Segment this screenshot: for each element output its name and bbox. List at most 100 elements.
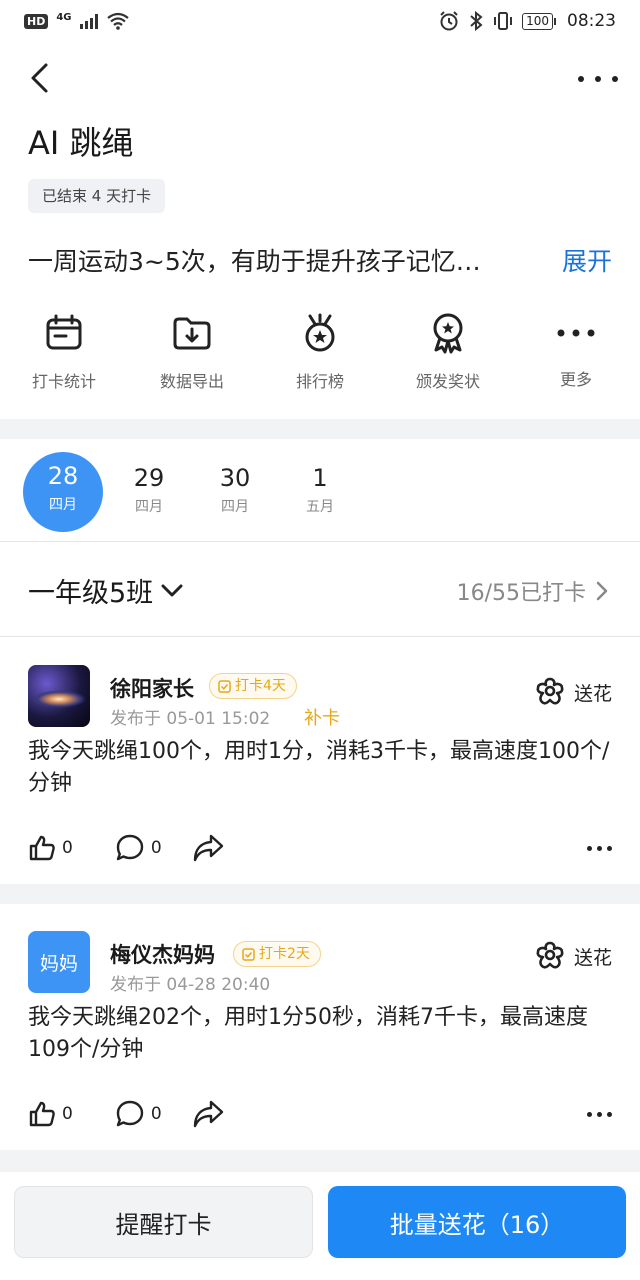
send-flower-button[interactable]: 送花 — [534, 940, 612, 972]
checkbox-icon — [242, 947, 255, 961]
streak-text: 打卡4天 — [235, 678, 286, 694]
chevron-down-icon — [161, 584, 183, 596]
like-button[interactable]: 0 — [28, 834, 73, 862]
like-count: 0 — [62, 838, 73, 858]
dot — [612, 76, 618, 82]
action-more[interactable]: 更多 — [512, 312, 640, 402]
post-body: 我今天跳绳100个，用时1分，消耗3千卡，最高速度100个/分钟 — [28, 739, 610, 796]
action-leaderboard[interactable]: 排行榜 — [256, 312, 384, 402]
share-icon — [193, 834, 223, 862]
back-icon[interactable] — [22, 60, 58, 96]
share-icon — [193, 1100, 223, 1128]
dot — [597, 845, 602, 851]
date-item-29[interactable]: 29 四月 — [111, 454, 187, 530]
date-selector: 28 四月 29 四月 30 四月 1 五月 — [0, 440, 640, 542]
date-month: 四月 — [49, 497, 77, 513]
date-month: 五月 — [306, 499, 334, 515]
dot — [595, 76, 601, 82]
more-icon — [555, 312, 597, 354]
post-body: 我今天跳绳202个，用时1分50秒，消耗7千卡，最高速度109个/分钟 — [28, 1005, 588, 1062]
dot — [607, 845, 612, 851]
action-data-export[interactable]: 数据导出 — [128, 312, 256, 402]
avatar-text: 妈妈 — [39, 952, 78, 975]
hd-badge: HD — [24, 13, 49, 29]
date-item-1[interactable]: 1 五月 — [282, 454, 358, 530]
like-button[interactable]: 0 — [28, 1100, 73, 1128]
class-name: 一年级5班 — [28, 578, 154, 609]
galaxy-avatar[interactable] — [28, 665, 90, 727]
post-more-icon[interactable] — [587, 845, 612, 851]
action-checkin-stats[interactable]: 打卡统计 — [0, 312, 128, 402]
status-bar: HD 4G 100 08:23 — [0, 0, 640, 42]
checkin-post: 徐阳家长 打卡4天 发布于 05-01 15:02 补卡 送花 我今天跳绳100… — [0, 638, 640, 884]
makeup-tag: 补卡 — [304, 708, 340, 729]
streak-badge: 打卡2天 — [233, 941, 321, 967]
page-title: AI 跳绳 — [28, 124, 134, 162]
status-tag: 已结束 4 天打卡 — [28, 179, 166, 213]
post-time: 发布于 04-28 20:40 — [110, 975, 271, 995]
comment-icon — [116, 1100, 144, 1127]
more-menu-icon[interactable] — [578, 64, 618, 94]
class-selector[interactable]: 一年级5班 — [28, 571, 183, 610]
chevron-right-icon — [596, 581, 608, 601]
date-day: 28 — [47, 462, 79, 490]
checkbox-icon — [218, 679, 231, 693]
dot — [587, 1111, 592, 1117]
remind-checkin-button[interactable]: 提醒打卡 — [14, 1186, 313, 1258]
share-button[interactable] — [192, 833, 224, 863]
dot — [587, 845, 592, 851]
post-actions: 0 0 — [28, 1096, 612, 1132]
class-filter-row: 一年级5班 16/55已打卡 — [0, 543, 640, 637]
wifi-icon — [106, 12, 129, 30]
action-award-certificate[interactable]: 颁发奖状 — [384, 312, 512, 402]
author-name[interactable]: 徐阳家长 — [110, 673, 194, 703]
post-separator — [0, 884, 640, 904]
date-item-30[interactable]: 30 四月 — [197, 454, 273, 530]
folder-download-icon — [171, 312, 213, 354]
date-day: 29 — [133, 464, 165, 492]
action-label: 更多 — [559, 370, 592, 389]
comment-count: 0 — [150, 1104, 162, 1124]
vibrate-icon — [494, 12, 513, 30]
streak-badge: 打卡4天 — [209, 673, 297, 699]
author-name[interactable]: 梅仪杰妈妈 — [110, 939, 215, 969]
dot — [578, 76, 584, 82]
award-ribbon-icon — [427, 312, 469, 354]
expand-link[interactable]: 展开 — [562, 242, 612, 278]
action-label: 数据导出 — [159, 372, 224, 391]
alarm-icon — [440, 11, 458, 31]
post-more-icon[interactable] — [587, 1111, 612, 1117]
date-item-28[interactable]: 28 四月 — [23, 452, 103, 532]
text-avatar[interactable]: 妈妈 — [28, 931, 90, 993]
activity-description: 一周运动3~5次，有助于提升孩子记忆… — [28, 247, 481, 276]
clock: 08:23 — [567, 11, 616, 31]
post-time: 发布于 05-01 15:02 — [110, 709, 271, 729]
batch-send-flower-button[interactable]: 批量送花（16） — [328, 1186, 626, 1258]
checkin-count-link[interactable]: 16/55已打卡 — [457, 575, 608, 607]
action-label: 打卡统计 — [31, 372, 96, 391]
checkin-post: 妈妈 梅仪杰妈妈 打卡2天 发布于 04-28 20:40 送花 我今天跳绳20… — [0, 904, 640, 1150]
dot — [597, 1111, 602, 1117]
send-flower-label: 送花 — [573, 946, 612, 969]
medal-icon — [299, 312, 341, 354]
network-type: 4G — [56, 11, 72, 23]
dot — [607, 1111, 612, 1117]
signal-icon — [79, 13, 98, 29]
status-right: 100 08:23 — [438, 10, 616, 32]
thumbs-up-icon — [29, 835, 55, 861]
send-flower-button[interactable]: 送花 — [534, 676, 612, 708]
comment-button[interactable]: 0 — [115, 833, 162, 863]
streak-text: 打卡2天 — [259, 946, 310, 962]
status-left: HD 4G — [24, 12, 130, 31]
action-label: 排行榜 — [295, 372, 344, 391]
comment-icon — [116, 834, 144, 861]
action-label: 颁发奖状 — [415, 372, 480, 391]
post-separator — [0, 1150, 640, 1172]
share-button[interactable] — [192, 1099, 224, 1129]
flower-icon — [536, 677, 564, 705]
bottom-action-bar: 提醒打卡 批量送花（16） — [0, 1172, 640, 1280]
date-day: 1 — [312, 464, 328, 492]
like-count: 0 — [62, 1104, 73, 1124]
comment-button[interactable]: 0 — [115, 1099, 162, 1129]
flower-icon — [536, 941, 564, 969]
